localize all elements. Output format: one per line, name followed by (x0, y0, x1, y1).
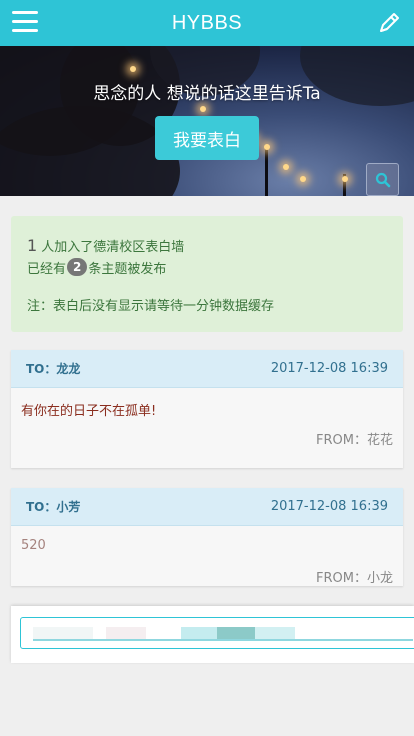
post-card-header: TO：小芳 2017-12-08 16:39 (11, 488, 403, 526)
cache-note: 注：表白后没有显示请等待一分钟数据缓存 (27, 299, 275, 314)
hero-banner: 思念的人 想说的话这里告诉Ta 我要表白 (0, 46, 414, 196)
member-text: 人加入了德清校区表白墙 (41, 239, 185, 255)
post-card[interactable]: TO：龙龙 2017-12-08 16:39 有你在的日子不在孤单! FROM：… (11, 350, 403, 468)
post-recipient: TO：龙龙 (26, 362, 81, 376)
post-message: 520 (21, 538, 46, 553)
post-recipient: TO：小芳 (26, 500, 81, 514)
post-message: 有你在的日子不在孤单! (21, 404, 157, 419)
post-card-header: TO：龙龙 2017-12-08 16:39 (11, 350, 403, 388)
hamburger-menu-icon[interactable] (12, 11, 38, 33)
member-count: 1 (27, 235, 38, 255)
search-icon[interactable] (366, 163, 399, 196)
post-timestamp: 2017-12-08 16:39 (270, 499, 388, 514)
top-bar: HYBBS (0, 0, 414, 46)
post-card[interactable]: TO：小芳 2017-12-08 16:39 520 FROM：小龙 (11, 488, 403, 586)
confess-button[interactable]: 我要表白 (155, 116, 259, 160)
page: HYBBS 思念的人 想说的话这里告诉Ta 我要表白 1 人加入了德清校区表白墙… (0, 0, 414, 736)
hero-tagline: 思念的人 想说的话这里告诉Ta (93, 84, 321, 104)
post-sender: FROM：花花 (316, 433, 393, 448)
pencil-icon[interactable] (376, 10, 402, 36)
topics-prefix: 已经有 (27, 261, 67, 277)
post-timestamp: 2017-12-08 16:39 (270, 361, 388, 376)
member-line: 1 人加入了德清校区表白墙 (27, 234, 387, 256)
topics-count-badge: 2 (67, 258, 88, 276)
app-title: HYBBS (171, 11, 243, 34)
post-sender: FROM：小龙 (316, 571, 393, 586)
topics-suffix: 条主题被发布 (88, 261, 167, 277)
info-box: 1 人加入了德清校区表白墙 已经有 2 条主题被发布 注：表白后没有显示请等待一… (11, 216, 403, 332)
bottom-input-bar (11, 606, 414, 663)
quick-post-input[interactable] (20, 617, 414, 649)
topics-line: 已经有 2 条主题被发布 (27, 256, 387, 278)
